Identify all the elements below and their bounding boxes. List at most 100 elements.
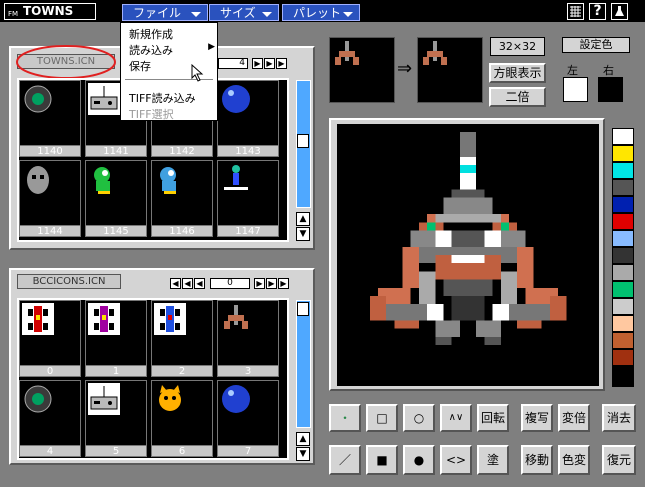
- menu-file[interactable]: ファイル: [122, 4, 208, 21]
- icon-number: 1146: [152, 225, 212, 237]
- palette-swatch[interactable]: [613, 265, 633, 281]
- edit-canvas[interactable]: [337, 124, 599, 386]
- tool-copy[interactable]: 複写: [521, 404, 553, 432]
- upper-page-field[interactable]: 4: [218, 58, 248, 69]
- menu-item-tiff-select: TIFF選択: [129, 106, 174, 122]
- palette-swatch[interactable]: [613, 129, 633, 145]
- lower-scrollbar-track[interactable]: [296, 300, 311, 428]
- chevron-down-icon: [191, 12, 201, 17]
- next-page-button[interactable]: ▶: [254, 278, 265, 289]
- skater-icon: [220, 163, 252, 195]
- palette-swatch[interactable]: [613, 367, 633, 383]
- upper-scrollbar-thumb[interactable]: [297, 134, 309, 148]
- tool-fill-circle[interactable]: ●: [403, 445, 435, 475]
- icon-cell[interactable]: 1145: [85, 160, 147, 237]
- next-more-button[interactable]: ▶: [264, 58, 275, 69]
- menu-palette[interactable]: パレット: [282, 4, 360, 21]
- tool-fill-rect[interactable]: ■: [366, 445, 398, 475]
- scroll-down-button[interactable]: ▼: [296, 227, 310, 241]
- menu-item-tiff-select-label: TIFF選択: [129, 108, 174, 121]
- palette-swatch[interactable]: [613, 282, 633, 298]
- disc-icon: [22, 383, 54, 415]
- tool-scale-label: 変倍: [561, 411, 586, 425]
- tool-line[interactable]: ／: [329, 445, 361, 475]
- scroll-down-button[interactable]: ▼: [296, 447, 310, 461]
- tool-move[interactable]: 移動: [521, 445, 553, 475]
- icon-cell[interactable]: 1147: [217, 160, 279, 237]
- tool-clear[interactable]: 消去: [602, 404, 636, 432]
- tool-recolor[interactable]: 色変: [558, 445, 590, 475]
- preview-actual-size: [329, 37, 395, 103]
- icon-cell[interactable]: 1144: [19, 160, 81, 237]
- palette-swatch[interactable]: [613, 333, 633, 349]
- palette-swatch[interactable]: [613, 231, 633, 247]
- menu-palette-label: パレット: [293, 6, 342, 20]
- palette-swatch[interactable]: [613, 146, 633, 162]
- tool-restore[interactable]: 復元: [602, 445, 636, 475]
- cat-icon: [154, 383, 186, 415]
- scroll-up-button[interactable]: ▲: [296, 212, 310, 226]
- menu-item-new[interactable]: 新規作成: [129, 26, 173, 42]
- icon-number: 5: [86, 445, 146, 457]
- menu-size-label: サイズ: [220, 6, 256, 20]
- scroll-up-button[interactable]: ▲: [296, 432, 310, 446]
- icon-cell[interactable]: 0: [19, 300, 81, 377]
- menu-item-load[interactable]: 読み込み ▶: [129, 42, 215, 58]
- tool-rotate[interactable]: 回転: [477, 404, 509, 432]
- palette-swatch[interactable]: [613, 350, 633, 366]
- last-page-button[interactable]: ▶: [276, 58, 287, 69]
- icon-cell[interactable]: 6: [151, 380, 213, 457]
- icon-cell[interactable]: 1140: [19, 80, 81, 157]
- icon-cell[interactable]: 1: [85, 300, 147, 377]
- left-color-swatch[interactable]: [563, 77, 588, 102]
- prev-page-button[interactable]: ◀: [194, 278, 205, 289]
- icon-number: 1143: [218, 145, 278, 157]
- tool-fill-rect-label: ■: [376, 453, 388, 467]
- menu-item-tiff-load[interactable]: TIFF読み込み: [129, 90, 196, 106]
- menu-size[interactable]: サイズ: [209, 4, 279, 21]
- palette-swatch[interactable]: [613, 197, 633, 213]
- tool-recolor-label: 色変: [561, 453, 586, 467]
- right-color-swatch[interactable]: [598, 77, 623, 102]
- icon-number: 1: [86, 365, 146, 377]
- tool-dot[interactable]: ・: [329, 404, 361, 432]
- tool-scale[interactable]: 変倍: [558, 404, 590, 432]
- tool-paint[interactable]: 塗: [477, 445, 509, 475]
- icon-cell[interactable]: 2: [151, 300, 213, 377]
- palette-swatch[interactable]: [613, 248, 633, 264]
- lower-icon-grid: 0 1 2 3 4 5 6 7: [17, 298, 289, 460]
- bowling-ball-icon: [220, 83, 252, 115]
- gamepad-icon: [88, 383, 120, 415]
- icon-cell[interactable]: 3: [217, 300, 279, 377]
- color-setting-title: 設定色: [562, 37, 630, 53]
- last-page-button[interactable]: ▶: [278, 278, 289, 289]
- palette-swatch[interactable]: [613, 214, 633, 230]
- grid-icon[interactable]: [567, 3, 584, 20]
- icon-number: 4: [20, 445, 80, 457]
- menu-item-save[interactable]: 保存: [129, 58, 151, 74]
- lower-scrollbar-thumb[interactable]: [297, 302, 309, 316]
- flask-icon[interactable]: [611, 3, 628, 20]
- tool-circle[interactable]: ○: [403, 404, 435, 432]
- palette-swatch[interactable]: [613, 180, 633, 196]
- prev-more-button[interactable]: ◀: [182, 278, 193, 289]
- help-icon[interactable]: ?: [589, 3, 606, 20]
- icon-cell[interactable]: 5: [85, 380, 147, 457]
- tool-flip-horizontal[interactable]: <>: [440, 445, 472, 475]
- size-label: 32×32: [498, 40, 537, 53]
- icon-cell[interactable]: 4: [19, 380, 81, 457]
- tool-rect[interactable]: □: [366, 404, 398, 432]
- icon-cell[interactable]: 1146: [151, 160, 213, 237]
- icon-cell[interactable]: 1143: [217, 80, 279, 157]
- zoom-toggle-button[interactable]: 二倍: [489, 87, 546, 107]
- palette-swatch[interactable]: [613, 316, 633, 332]
- tool-flip-vertical[interactable]: ∧∨: [440, 404, 472, 432]
- icon-cell[interactable]: 7: [217, 380, 279, 457]
- next-more-button[interactable]: ▶: [266, 278, 277, 289]
- first-page-button[interactable]: ◀: [170, 278, 181, 289]
- next-page-button[interactable]: ▶: [252, 58, 263, 69]
- lower-page-field[interactable]: 0: [210, 278, 250, 289]
- grid-toggle-button[interactable]: 方眼表示: [489, 63, 546, 83]
- palette-swatch[interactable]: [613, 299, 633, 315]
- palette-swatch[interactable]: [613, 163, 633, 179]
